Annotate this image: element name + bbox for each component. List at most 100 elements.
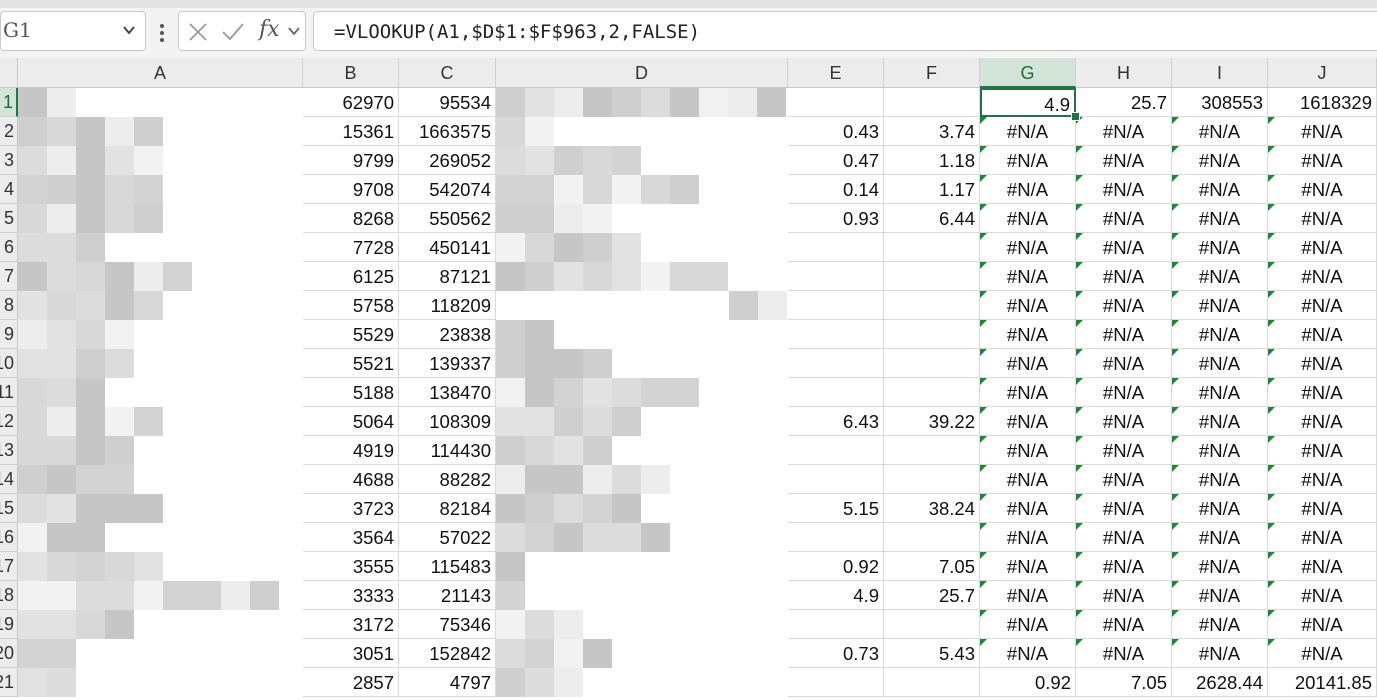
cell-j9[interactable]: #N/A: [1268, 320, 1377, 349]
cell-b7[interactable]: 6125: [303, 262, 399, 291]
cell-c11[interactable]: 138470: [399, 378, 496, 407]
cell-e8[interactable]: [788, 291, 884, 320]
row-header[interactable]: 3: [0, 146, 18, 175]
cell-e15[interactable]: 5.15: [788, 494, 884, 523]
cell-e2[interactable]: 0.43: [788, 117, 884, 146]
cell-h17[interactable]: #N/A: [1076, 552, 1172, 581]
cell-h6[interactable]: #N/A: [1076, 233, 1172, 262]
cell-g18[interactable]: #N/A: [980, 581, 1076, 610]
cell-f2[interactable]: 3.74: [884, 117, 980, 146]
fx-icon[interactable]: fx: [259, 17, 280, 42]
cell-e7[interactable]: [788, 262, 884, 291]
cell-j17[interactable]: #N/A: [1268, 552, 1377, 581]
cell-j14[interactable]: #N/A: [1268, 465, 1377, 494]
cell-j3[interactable]: #N/A: [1268, 146, 1377, 175]
cell-g6[interactable]: #N/A: [980, 233, 1076, 262]
cell-h14[interactable]: #N/A: [1076, 465, 1172, 494]
cell-b21[interactable]: 2857: [303, 668, 399, 697]
cell-e12[interactable]: 6.43: [788, 407, 884, 436]
cell-b1[interactable]: 62970: [303, 88, 399, 117]
cell-g10[interactable]: #N/A: [980, 349, 1076, 378]
row-header[interactable]: 1: [0, 88, 18, 117]
cell-e11[interactable]: [788, 378, 884, 407]
fill-handle[interactable]: [1071, 112, 1080, 121]
cell-b17[interactable]: 3555: [303, 552, 399, 581]
cell-c10[interactable]: 139337: [399, 349, 496, 378]
cell-f10[interactable]: [884, 349, 980, 378]
cell-f7[interactable]: [884, 262, 980, 291]
cell-e20[interactable]: 0.73: [788, 639, 884, 668]
cell-i21[interactable]: 2628.44: [1172, 668, 1268, 697]
cell-i6[interactable]: #N/A: [1172, 233, 1268, 262]
cancel-x-icon[interactable]: [187, 21, 209, 43]
column-header-j[interactable]: J: [1268, 58, 1377, 88]
cell-c8[interactable]: 118209: [399, 291, 496, 320]
cell-f5[interactable]: 6.44: [884, 204, 980, 233]
cell-h7[interactable]: #N/A: [1076, 262, 1172, 291]
row-header[interactable]: 20: [0, 639, 18, 668]
column-header-h[interactable]: H: [1076, 58, 1172, 88]
cell-h13[interactable]: #N/A: [1076, 436, 1172, 465]
cell-h10[interactable]: #N/A: [1076, 349, 1172, 378]
cell-e18[interactable]: 4.9: [788, 581, 884, 610]
cell-f4[interactable]: 1.17: [884, 175, 980, 204]
cell-h11[interactable]: #N/A: [1076, 378, 1172, 407]
row-header[interactable]: 4: [0, 175, 18, 204]
cell-i8[interactable]: #N/A: [1172, 291, 1268, 320]
name-box[interactable]: G1: [0, 11, 146, 51]
cell-g7[interactable]: #N/A: [980, 262, 1076, 291]
cell-h12[interactable]: #N/A: [1076, 407, 1172, 436]
cell-g11[interactable]: #N/A: [980, 378, 1076, 407]
cell-i14[interactable]: #N/A: [1172, 465, 1268, 494]
cell-b5[interactable]: 8268: [303, 204, 399, 233]
cell-g19[interactable]: #N/A: [980, 610, 1076, 639]
cell-h5[interactable]: #N/A: [1076, 204, 1172, 233]
cell-h2[interactable]: #N/A: [1076, 117, 1172, 146]
cell-h3[interactable]: #N/A: [1076, 146, 1172, 175]
row-header[interactable]: 18: [0, 581, 18, 610]
row-header[interactable]: 17: [0, 552, 18, 581]
cell-g20[interactable]: #N/A: [980, 639, 1076, 668]
cell-i18[interactable]: #N/A: [1172, 581, 1268, 610]
cell-j15[interactable]: #N/A: [1268, 494, 1377, 523]
row-header[interactable]: 21: [0, 668, 18, 697]
cell-h8[interactable]: #N/A: [1076, 291, 1172, 320]
cell-j11[interactable]: #N/A: [1268, 378, 1377, 407]
cell-h20[interactable]: #N/A: [1076, 639, 1172, 668]
cell-c12[interactable]: 108309: [399, 407, 496, 436]
cell-c4[interactable]: 542074: [399, 175, 496, 204]
cell-g5[interactable]: #N/A: [980, 204, 1076, 233]
cell-j20[interactable]: #N/A: [1268, 639, 1377, 668]
cell-f11[interactable]: [884, 378, 980, 407]
cell-j19[interactable]: #N/A: [1268, 610, 1377, 639]
cell-f14[interactable]: [884, 465, 980, 494]
row-header[interactable]: 15: [0, 494, 18, 523]
cell-c18[interactable]: 21143: [399, 581, 496, 610]
cell-c16[interactable]: 57022: [399, 523, 496, 552]
row-header[interactable]: 8: [0, 291, 18, 320]
cell-h15[interactable]: #N/A: [1076, 494, 1172, 523]
cell-i10[interactable]: #N/A: [1172, 349, 1268, 378]
cell-i20[interactable]: #N/A: [1172, 639, 1268, 668]
column-header-i[interactable]: I: [1172, 58, 1268, 88]
cell-f19[interactable]: [884, 610, 980, 639]
column-header-f[interactable]: F: [884, 58, 980, 88]
cell-b3[interactable]: 9799: [303, 146, 399, 175]
cell-j4[interactable]: #N/A: [1268, 175, 1377, 204]
cell-c7[interactable]: 87121: [399, 262, 496, 291]
cell-f21[interactable]: [884, 668, 980, 697]
cell-j18[interactable]: #N/A: [1268, 581, 1377, 610]
row-header[interactable]: 2: [0, 117, 18, 146]
cell-b19[interactable]: 3172: [303, 610, 399, 639]
cell-i15[interactable]: #N/A: [1172, 494, 1268, 523]
row-header[interactable]: 7: [0, 262, 18, 291]
cell-e13[interactable]: [788, 436, 884, 465]
cell-f15[interactable]: 38.24: [884, 494, 980, 523]
cell-c14[interactable]: 88282: [399, 465, 496, 494]
cell-i19[interactable]: #N/A: [1172, 610, 1268, 639]
row-header[interactable]: 13: [0, 436, 18, 465]
cell-j1[interactable]: 1618329: [1268, 88, 1377, 117]
column-header-d[interactable]: D: [496, 58, 788, 88]
cell-g1[interactable]: 4.9: [980, 88, 1076, 117]
cell-e21[interactable]: [788, 668, 884, 697]
